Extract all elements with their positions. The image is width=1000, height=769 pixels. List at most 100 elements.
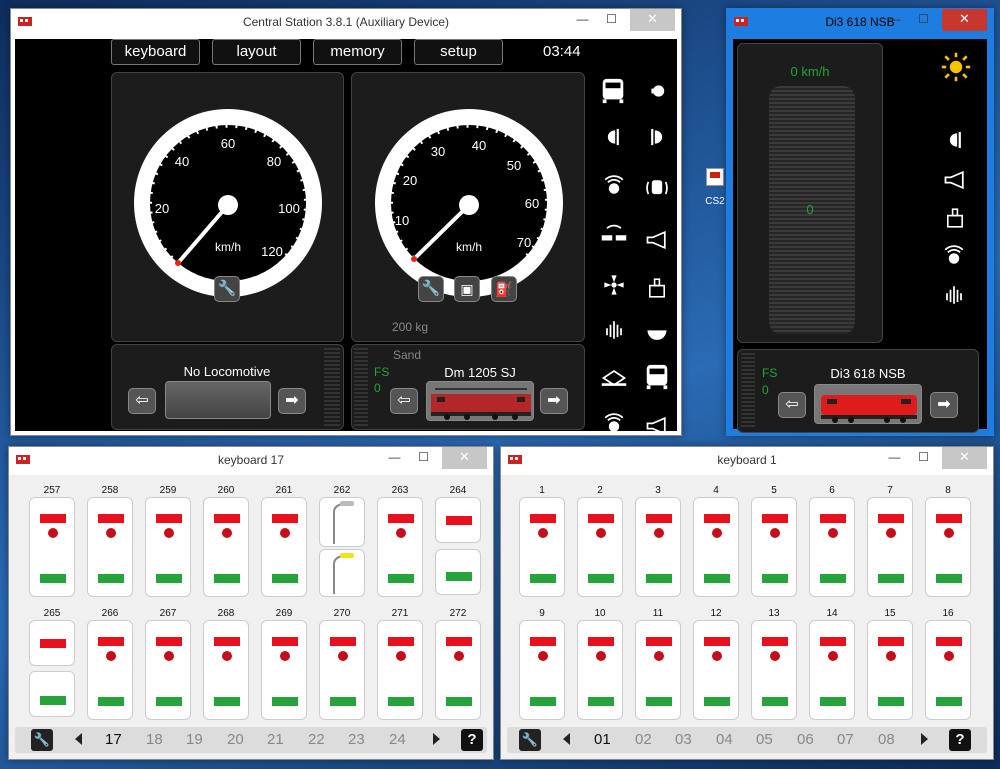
di3-weight-icon[interactable]: [940, 203, 970, 233]
kb1-wrench-button[interactable]: 🔧: [519, 729, 541, 751]
kb17-signal-268[interactable]: [203, 620, 249, 720]
kb17-signal-257[interactable]: [29, 497, 75, 597]
kb1-signal-14[interactable]: [809, 620, 855, 720]
kb17-signal-272[interactable]: [435, 620, 481, 720]
kb17-lamp-262-on[interactable]: [319, 549, 365, 597]
di3-maximize-button[interactable]: ☐: [909, 9, 938, 31]
close-button[interactable]: ✕: [630, 9, 675, 31]
headlight-icon[interactable]: [642, 76, 672, 106]
coupler-icon[interactable]: [598, 221, 630, 253]
kb1-page-07[interactable]: 07: [837, 731, 854, 748]
g2-wrench-button[interactable]: 🔧: [418, 276, 444, 302]
kb17-signal-259[interactable]: [145, 497, 191, 597]
kb17-button-264-red[interactable]: [435, 497, 481, 543]
kb17-page-17[interactable]: 17: [105, 731, 122, 748]
kb17-page-20[interactable]: 20: [227, 731, 244, 748]
kb17-page-21[interactable]: 21: [267, 731, 284, 748]
kb1-page-06[interactable]: 06: [797, 731, 814, 748]
kb17-wrench-button[interactable]: 🔧: [31, 729, 53, 751]
kb1-page-03[interactable]: 03: [675, 731, 692, 748]
kb1-signal-16[interactable]: [925, 620, 971, 720]
loco1-image-slot[interactable]: [165, 381, 271, 419]
kb17-page-23[interactable]: 23: [348, 731, 365, 748]
kb17-page-24[interactable]: 24: [389, 731, 406, 748]
uncouple-icon[interactable]: [598, 362, 630, 394]
kb1-maximize-button[interactable]: ☐: [909, 447, 938, 469]
kb1-page-04[interactable]: 04: [716, 731, 733, 748]
kb1-signal-13[interactable]: [751, 620, 797, 720]
di3-close-button[interactable]: ✕: [942, 9, 987, 31]
layout-button[interactable]: layout: [212, 39, 301, 65]
kb17-signal-258[interactable]: [87, 497, 133, 597]
kb17-signal-260[interactable]: [203, 497, 249, 597]
kb17-close-button[interactable]: ✕: [442, 447, 487, 469]
di3-loco-image[interactable]: [814, 384, 922, 424]
di3-next-button[interactable]: ➡: [930, 392, 958, 418]
maximize-button[interactable]: ☐: [597, 9, 626, 31]
kb1-minimize-button[interactable]: —: [880, 447, 909, 469]
rear-light-icon-right[interactable]: [642, 122, 672, 152]
kb1-signal-8[interactable]: [925, 497, 971, 597]
horn-icon[interactable]: [642, 225, 672, 255]
di3-minimize-button[interactable]: —: [880, 9, 909, 31]
kb1-signal-15[interactable]: [867, 620, 913, 720]
loco1-prev-button[interactable]: ⇦: [128, 388, 156, 414]
loco2-prev-button[interactable]: ⇦: [390, 388, 418, 414]
kb17-button-265-red[interactable]: [29, 620, 75, 666]
kb17-page-18[interactable]: 18: [146, 731, 163, 748]
kb1-page-01[interactable]: 01: [594, 731, 611, 748]
kb1-prev-page-icon[interactable]: [563, 733, 570, 745]
di3-sander-icon[interactable]: [938, 279, 970, 311]
kb1-signal-5[interactable]: [751, 497, 797, 597]
g2-gauge-button[interactable]: ▣: [454, 276, 480, 302]
di3-horn-icon[interactable]: [940, 165, 970, 195]
keyboard-button[interactable]: keyboard: [111, 39, 200, 65]
loco2-next-button[interactable]: ➡: [540, 388, 568, 414]
kb1-signal-7[interactable]: [867, 497, 913, 597]
kb1-close-button[interactable]: ✕: [942, 447, 987, 469]
kb1-help-button[interactable]: ?: [949, 729, 971, 751]
kb17-signal-261[interactable]: [261, 497, 307, 597]
sun-light-icon[interactable]: [938, 49, 974, 85]
kb17-maximize-button[interactable]: ☐: [409, 447, 438, 469]
speedometer-2[interactable]: 10 20 30 40 50 60 70 km/h: [352, 73, 586, 303]
fan-icon[interactable]: [598, 269, 630, 301]
kb1-signal-3[interactable]: [635, 497, 681, 597]
kb17-prev-page-icon[interactable]: [75, 733, 82, 745]
sound-icon[interactable]: [598, 169, 630, 201]
kb1-next-page-icon[interactable]: [921, 733, 928, 745]
memory-button[interactable]: memory: [313, 39, 402, 65]
kb1-signal-10[interactable]: [577, 620, 623, 720]
kb17-signal-263[interactable]: [377, 497, 423, 597]
loco-front-icon[interactable]: [598, 76, 628, 106]
setup-button[interactable]: setup: [414, 39, 503, 65]
kb1-page-05[interactable]: 05: [756, 731, 773, 748]
rear-light-icon-left[interactable]: [598, 122, 628, 152]
sound2-icon[interactable]: [598, 407, 630, 439]
kb17-signal-269[interactable]: [261, 620, 307, 720]
speedometer-1[interactable]: 20 40 60 80 100 120 km/h: [112, 73, 345, 303]
whistle-icon[interactable]: [642, 411, 672, 441]
kb17-page-22[interactable]: 22: [308, 731, 325, 748]
kb1-signal-4[interactable]: [693, 497, 739, 597]
cab-sound-icon[interactable]: [642, 173, 672, 203]
kb17-signal-267[interactable]: [145, 620, 191, 720]
kb1-signal-6[interactable]: [809, 497, 855, 597]
kb17-signal-266[interactable]: [87, 620, 133, 720]
kb17-next-page-icon[interactable]: [433, 733, 440, 745]
kb17-help-button[interactable]: ?: [461, 729, 483, 751]
kb17-button-264-green[interactable]: [435, 549, 481, 595]
loco2-image[interactable]: [426, 381, 534, 421]
kb1-signal-12[interactable]: [693, 620, 739, 720]
di3-rear-light-icon[interactable]: [940, 125, 970, 155]
kb1-signal-1[interactable]: [519, 497, 565, 597]
kb1-page-02[interactable]: 02: [635, 731, 652, 748]
kb17-signal-271[interactable]: [377, 620, 423, 720]
g1-wrench-button[interactable]: 🔧: [214, 276, 240, 302]
kb1-page-08[interactable]: 08: [878, 731, 895, 748]
kb17-signal-270[interactable]: [319, 620, 365, 720]
loco-rear-icon[interactable]: [642, 362, 672, 392]
di3-sound-icon[interactable]: [938, 239, 970, 271]
kb1-signal-11[interactable]: [635, 620, 681, 720]
kb17-page-19[interactable]: 19: [186, 731, 203, 748]
